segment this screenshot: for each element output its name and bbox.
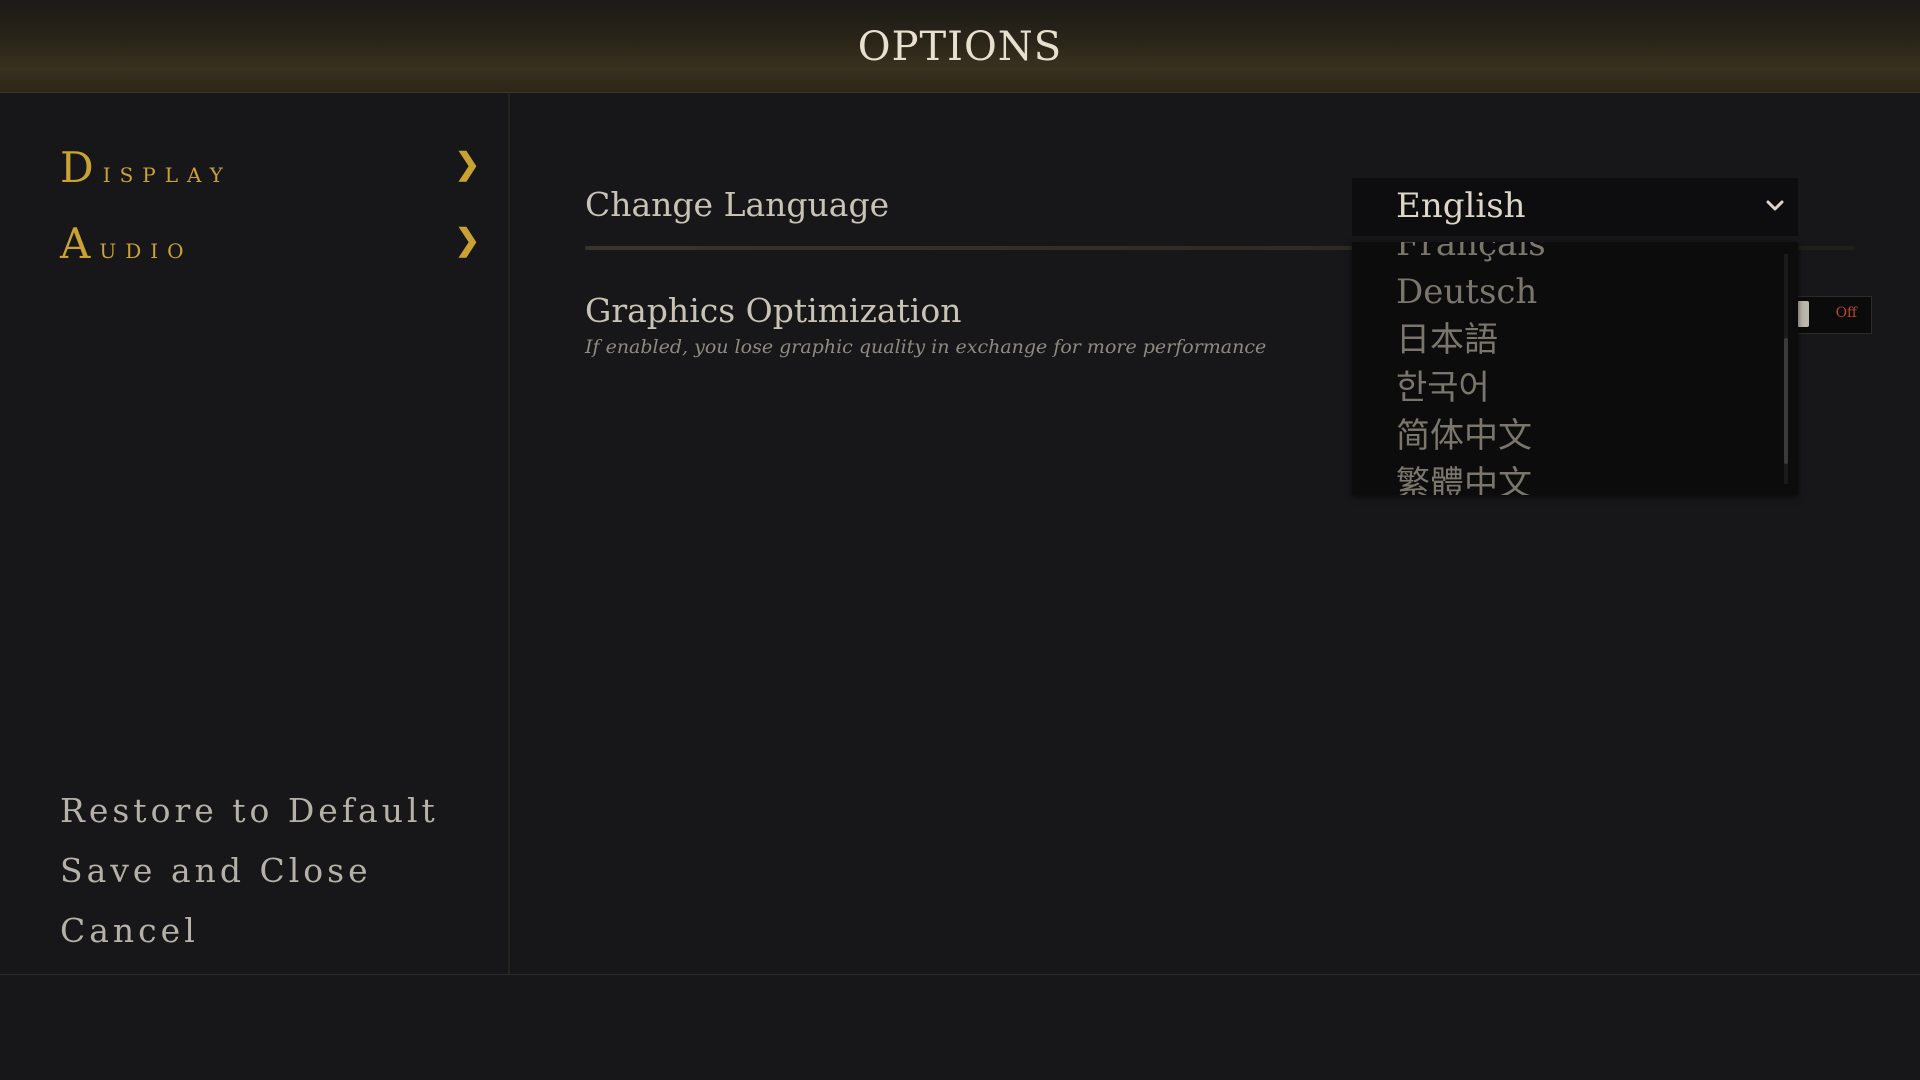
cancel-button[interactable]: Cancel [60,911,199,950]
chevron-right-icon: ❯ [454,223,480,258]
page-title: OPTIONS [857,24,1063,70]
graphics-optimization-label: Graphics Optimization [585,291,962,330]
language-option-japanese[interactable]: 日本語 [1396,316,1546,364]
language-option-francais[interactable]: Français [1396,242,1546,268]
language-dropdown: Français Deutsch 日本語 한국어 简体中文 繁體中文 [1352,242,1798,495]
sidebar-item-label: Display [60,143,232,192]
chevron-down-icon [1766,200,1784,211]
language-option-traditional-chinese[interactable]: 繁體中文 [1396,460,1546,495]
footer-divider [0,974,1920,975]
graphics-optimization-toggle[interactable]: Off [1796,296,1872,334]
language-option-korean[interactable]: 한국어 [1396,364,1546,412]
restore-default-button[interactable]: Restore to Default [60,791,439,830]
sidebar-item-audio[interactable]: Audio ❯ [60,213,480,269]
graphics-optimization-description: If enabled, you lose graphic quality in … [585,336,1267,358]
language-select[interactable]: English [1352,178,1798,236]
toggle-state-label: Off [1835,305,1857,321]
dropdown-scrollbar[interactable] [1784,254,1788,484]
sidebar: Display ❯ Audio ❯ Restore to Default Sav… [0,93,510,975]
options-screen: OPTIONS Display ❯ Audio ❯ Restore to Def… [0,0,1920,1080]
header-bar: OPTIONS [0,0,1920,93]
language-option-simplified-chinese[interactable]: 简体中文 [1396,412,1546,460]
scrollbar-thumb[interactable] [1784,338,1788,464]
save-and-close-button[interactable]: Save and Close [60,851,372,890]
sidebar-item-label: Audio [60,219,193,268]
toggle-knob [1797,301,1809,327]
language-option-deutsch[interactable]: Deutsch [1396,268,1546,316]
change-language-label: Change Language [585,185,890,224]
language-selected-value: English [1396,186,1526,226]
sidebar-item-display[interactable]: Display ❯ [60,137,480,193]
chevron-right-icon: ❯ [454,147,480,182]
language-options-list: Français Deutsch 日本語 한국어 简体中文 繁體中文 [1396,242,1546,495]
